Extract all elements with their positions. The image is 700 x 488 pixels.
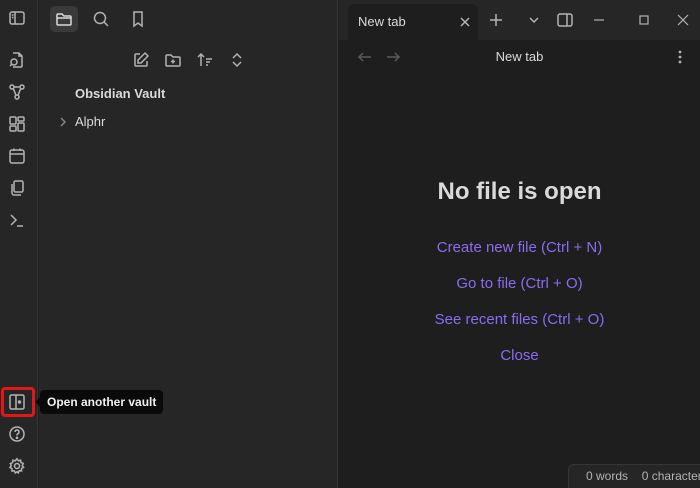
status-bar: 0 words 0 characters [568,464,700,488]
quick-switcher-icon[interactable] [5,48,29,72]
folder-item[interactable]: Alphr [57,112,327,132]
empty-state-title: No file is open [437,178,602,205]
terminal-icon[interactable] [5,208,29,232]
minimize-icon[interactable] [589,10,609,30]
tab-bar: New tab [339,0,700,40]
tab-new-tab[interactable]: New tab [348,4,478,40]
toggle-sidebar-icon[interactable] [5,6,29,30]
maximize-icon[interactable] [634,10,654,30]
vault-name[interactable]: Obsidian Vault [75,86,165,101]
create-new-file-link[interactable]: Create new file (Ctrl + N) [339,239,700,256]
main-workspace: New tab New tab No file is open Create n… [339,0,700,488]
folder-label: Alphr [75,114,106,129]
calendar-icon[interactable] [5,144,29,168]
tooltip: Open another vault [34,390,164,414]
help-icon[interactable] [5,422,29,446]
tab-list-chevron-down-icon[interactable] [524,10,544,30]
graph-view-icon[interactable] [5,80,29,104]
chevron-right-icon [60,117,66,127]
view-header-title: New tab [495,49,544,64]
toggle-right-sidebar-icon[interactable] [555,10,575,30]
new-note-icon[interactable] [127,47,155,73]
bookmarks-tab-icon[interactable] [124,6,152,32]
canvas-icon[interactable] [5,112,29,136]
expand-collapse-icon[interactable] [223,47,251,73]
see-recent-files-link[interactable]: See recent files (Ctrl + O) [339,311,700,328]
search-tab-icon[interactable] [87,6,115,32]
files-tab-folder-icon[interactable] [50,6,78,32]
new-folder-icon[interactable] [159,47,187,73]
close-window-icon[interactable] [673,10,693,30]
go-to-file-link[interactable]: Go to file (Ctrl + O) [339,275,700,292]
sort-icon[interactable] [191,47,219,73]
close-tab-icon[interactable] [456,13,474,31]
more-options-icon[interactable] [676,49,684,65]
new-tab-plus-icon[interactable] [486,10,506,30]
tab-label: New tab [358,14,406,29]
vault-switcher-highlight [1,387,35,417]
file-explorer-sidebar: Obsidian Vault Alphr [39,0,338,488]
close-link[interactable]: Close [339,347,700,364]
templates-icon[interactable] [5,176,29,200]
character-count: 0 characters [641,469,700,483]
word-count: 0 words [586,469,629,483]
settings-gear-icon[interactable] [5,454,29,478]
